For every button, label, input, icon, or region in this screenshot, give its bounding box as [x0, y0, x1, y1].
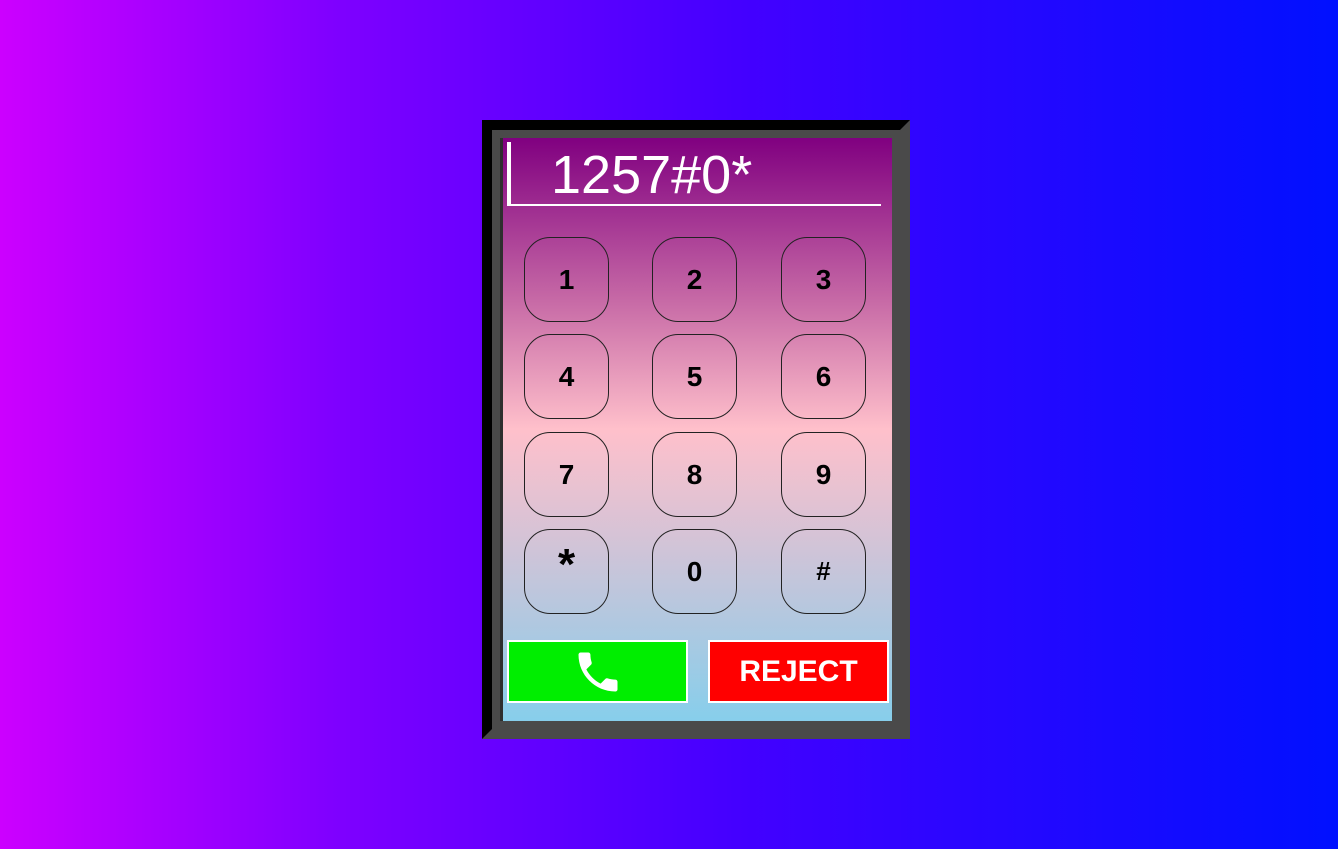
key-2[interactable]: 2	[652, 237, 737, 322]
phone-frame: 1257#0* 1 2 3 4 5 6 7 8 9 * 0 # REJECT	[482, 120, 910, 739]
key-hash[interactable]: #	[781, 529, 866, 614]
key-9[interactable]: 9	[781, 432, 866, 517]
phone-icon	[578, 652, 617, 691]
key-0[interactable]: 0	[652, 529, 737, 614]
key-5[interactable]: 5	[652, 334, 737, 419]
key-star[interactable]: *	[524, 529, 609, 614]
key-1[interactable]: 1	[524, 237, 609, 322]
key-8[interactable]: 8	[652, 432, 737, 517]
key-6[interactable]: 6	[781, 334, 866, 419]
call-button[interactable]	[507, 640, 688, 703]
key-4[interactable]: 4	[524, 334, 609, 419]
dialer-screen: 1257#0* 1 2 3 4 5 6 7 8 9 * 0 # REJECT	[500, 138, 892, 721]
key-7[interactable]: 7	[524, 432, 609, 517]
number-display: 1257#0*	[507, 142, 881, 206]
reject-button[interactable]: REJECT	[708, 640, 889, 703]
key-3[interactable]: 3	[781, 237, 866, 322]
dialed-number: 1257#0*	[551, 145, 753, 205]
